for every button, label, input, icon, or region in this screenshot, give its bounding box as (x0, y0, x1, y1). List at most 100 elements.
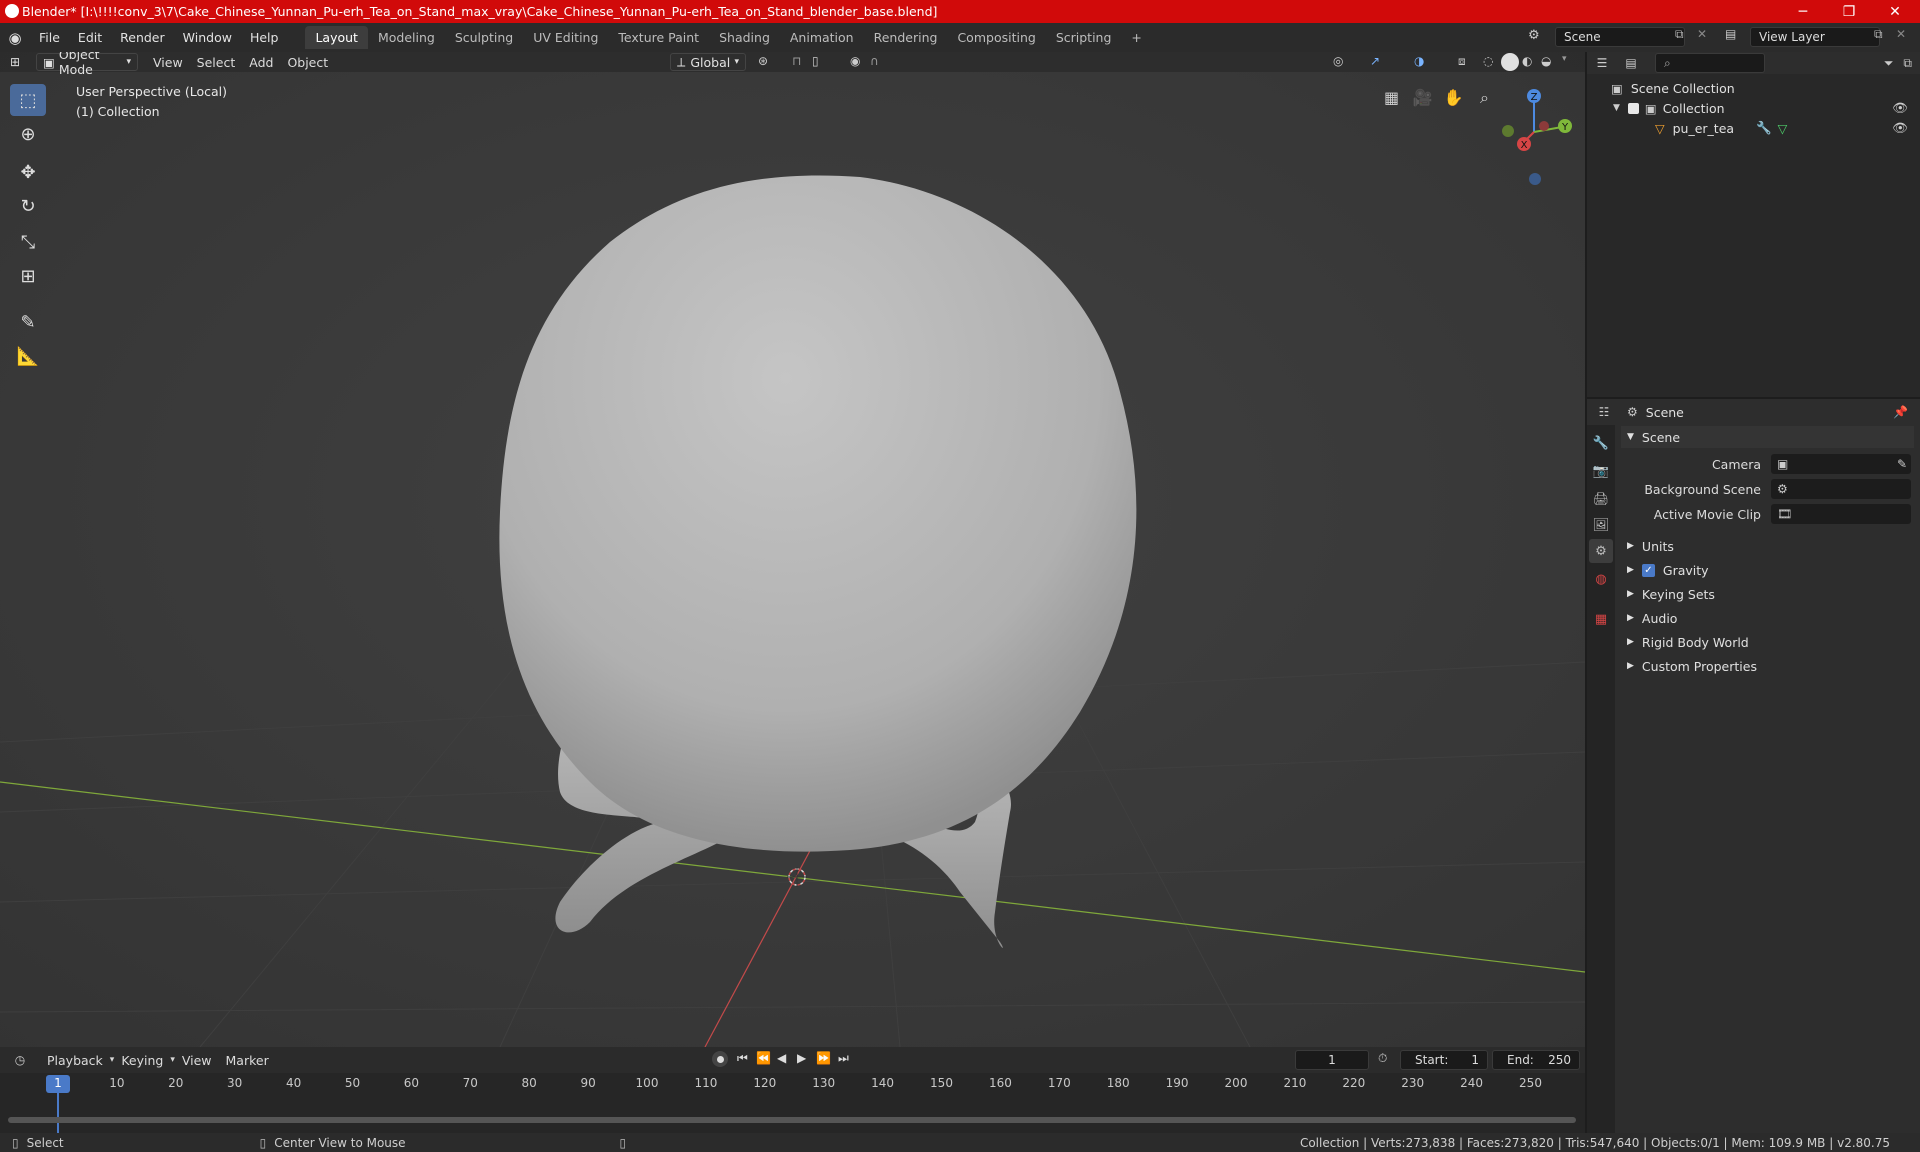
properties-editor-icon[interactable]: ☷ (1587, 405, 1621, 419)
timeline-editor-icon[interactable]: ◷ (0, 1053, 40, 1067)
play-button[interactable]: ▶ (797, 1051, 806, 1065)
tab-scene[interactable]: ⚙ (1589, 539, 1613, 563)
tab-layout[interactable]: Layout (305, 26, 368, 49)
object-mode-dropdown[interactable]: ▣ Object Mode ▾ (36, 52, 138, 77)
gravity-checkbox[interactable]: ✓ (1641, 563, 1655, 577)
transform-tool[interactable]: ⊞ (10, 260, 46, 292)
solid-shading-icon[interactable] (1501, 53, 1519, 71)
next-keyframe-button[interactable]: ⏩ (816, 1051, 831, 1065)
xray-toggle-icon[interactable]: ⧈ (1458, 54, 1466, 69)
falloff-icon[interactable]: ∩ (870, 54, 879, 68)
new-scene-icon[interactable]: ⧉ (1675, 27, 1684, 42)
maximize-button[interactable]: ❐ (1826, 0, 1872, 23)
tab-render[interactable]: 📷 (1589, 459, 1613, 483)
modifier-wrench-icon[interactable]: 🔧 (1756, 120, 1772, 136)
proportional-edit-icon[interactable]: ◉ (850, 54, 860, 68)
menu-window[interactable]: Window (174, 30, 241, 45)
snap-target-icon[interactable]: ▯ (812, 54, 819, 68)
overlay-toggle-icon[interactable]: ◑ (1414, 54, 1424, 68)
menu-file[interactable]: File (30, 30, 69, 45)
pivot-icon[interactable]: ⊛ (758, 54, 768, 68)
timeline-menu-keying[interactable]: Keying (114, 1053, 170, 1068)
viewport-menu-select[interactable]: Select (190, 55, 243, 70)
tab-animation[interactable]: Animation (780, 26, 864, 49)
outliner-editor-icon[interactable]: ☰ (1587, 56, 1617, 70)
record-button[interactable] (712, 1051, 728, 1067)
tab-texture[interactable]: ▦ (1589, 607, 1613, 631)
outliner-search-input[interactable]: ⌕ (1655, 53, 1765, 73)
tab-texture-paint[interactable]: Texture Paint (608, 26, 709, 49)
move-tool[interactable]: ✥ (10, 156, 46, 188)
snap-icon[interactable]: ⊓ (792, 54, 801, 68)
transform-orientation-dropdown[interactable]: ⟂ Global ▾ (670, 53, 746, 71)
play-reverse-button[interactable]: ◀ (777, 1051, 786, 1065)
subpanel-gravity[interactable]: ▶ ✓ Gravity (1621, 559, 1914, 581)
select-box-tool[interactable]: ⬚ (10, 84, 46, 116)
new-collection-icon[interactable]: ⧉ (1903, 56, 1920, 71)
blender-menu-icon[interactable]: ◉ (0, 29, 30, 47)
visibility-eye-icon[interactable]: 👁 (1892, 120, 1908, 136)
menu-edit[interactable]: Edit (69, 30, 111, 45)
mesh-data-icon[interactable]: ▽ (1778, 121, 1788, 136)
rotate-tool[interactable]: ↻ (10, 190, 46, 222)
tab-scripting[interactable]: Scripting (1046, 26, 1122, 49)
new-view-layer-icon[interactable]: ⧉ (1874, 27, 1883, 42)
tab-sculpting[interactable]: Sculpting (445, 26, 523, 49)
subpanel-units[interactable]: ▶ Units (1621, 535, 1914, 557)
wireframe-shading-icon[interactable]: ◌ (1483, 54, 1493, 68)
menu-render[interactable]: Render (111, 30, 174, 45)
tab-world[interactable]: ◍ (1589, 567, 1613, 591)
menu-help[interactable]: Help (241, 30, 288, 45)
tab-rendering[interactable]: Rendering (864, 26, 948, 49)
visibility-icon[interactable]: ◎ (1333, 54, 1343, 68)
preview-range-icon[interactable]: ⏱ (1378, 1051, 1387, 1066)
tab-modeling[interactable]: Modeling (368, 26, 445, 49)
camera-view-icon[interactable]: 🎥 (1409, 84, 1436, 111)
prev-keyframe-button[interactable]: ⏪ (756, 1051, 771, 1065)
tab-output[interactable]: 🖨 (1589, 487, 1613, 511)
measure-tool[interactable]: 📐 (10, 340, 46, 372)
outliner-row-object[interactable]: ▽ pu_er_tea 🔧 ▽ 👁 (1587, 118, 1920, 138)
tab-view-layer[interactable]: 🖼 (1589, 513, 1613, 537)
view-layer-icon[interactable]: ▤ (1725, 27, 1736, 41)
timeline-menu-view[interactable]: View (175, 1053, 219, 1068)
view-layer-field[interactable]: View Layer (1750, 27, 1880, 47)
timeline-ruler[interactable]: 1 10 20 30 40 50 60 70 80 90 100 110 120 130 140 150 160… (0, 1073, 1585, 1133)
filter-icon[interactable]: ⏷ (1884, 56, 1904, 71)
gizmo-toggle-icon[interactable]: ↗ (1370, 54, 1380, 68)
jump-end-button[interactable]: ⏭ (838, 1051, 849, 1066)
viewport-menu-object[interactable]: Object (280, 55, 335, 70)
remove-view-layer-icon[interactable]: ✕ (1896, 27, 1906, 41)
scene-panel-header[interactable]: ▼ Scene (1621, 426, 1914, 448)
pin-icon[interactable]: 📌 (1893, 405, 1908, 419)
subpanel-audio[interactable]: ▶ Audio (1621, 607, 1914, 629)
subpanel-custom-properties[interactable]: ▶ Custom Properties (1621, 655, 1914, 677)
editor-type-icon[interactable]: ⊞ (0, 55, 30, 69)
timeline-menu-marker[interactable]: Marker (219, 1053, 276, 1068)
scene-field[interactable]: Scene (1555, 27, 1685, 47)
shading-options-icon[interactable]: ▾ (1562, 54, 1567, 64)
visibility-eye-icon[interactable]: 👁 (1892, 100, 1908, 116)
close-button[interactable]: ✕ (1872, 0, 1918, 23)
tab-uv-editing[interactable]: UV Editing (523, 26, 608, 49)
scale-tool[interactable]: ⤡ (10, 226, 46, 258)
tab-compositing[interactable]: Compositing (947, 26, 1045, 49)
annotate-tool[interactable]: ✎ (10, 306, 46, 338)
toggle-grid-view-icon[interactable]: ▦ (1378, 84, 1405, 111)
outliner-row-scene-collection[interactable]: ▣ Scene Collection (1587, 78, 1920, 98)
minimize-button[interactable]: ─ (1780, 0, 1826, 23)
current-frame-field[interactable]: 1 (1295, 1050, 1369, 1070)
camera-field[interactable]: ▣ ✎ (1771, 454, 1911, 474)
timeline-menu-playback[interactable]: Playback (40, 1053, 110, 1068)
viewport-menu-view[interactable]: View (146, 55, 190, 70)
cursor-tool[interactable]: ⊕ (10, 118, 46, 150)
subpanel-keying-sets[interactable]: ▶ Keying Sets (1621, 583, 1914, 605)
pan-view-icon[interactable]: ✋ (1440, 84, 1467, 111)
end-frame-field[interactable]: End: 250 (1492, 1050, 1580, 1070)
scene-selector-icon[interactable]: ⚙ (1528, 28, 1540, 43)
collection-checkbox[interactable] (1627, 102, 1639, 114)
remove-scene-icon[interactable]: ✕ (1697, 27, 1707, 41)
expand-chevron-icon[interactable]: ▼ (1613, 103, 1620, 113)
tab-tool[interactable]: 🔧 (1589, 431, 1613, 455)
tab-shading[interactable]: Shading (709, 26, 780, 49)
